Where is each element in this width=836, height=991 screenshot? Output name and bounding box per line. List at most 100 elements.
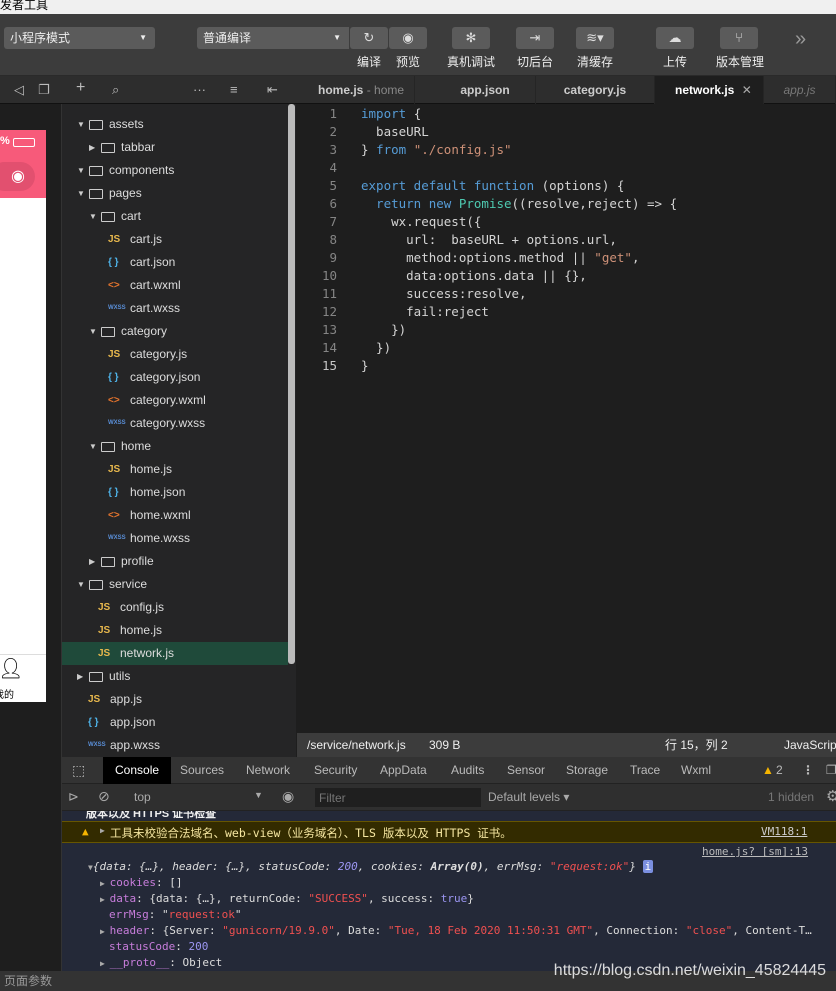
code-line[interactable]: } from "./config.js" (361, 142, 512, 157)
tab-network-js[interactable]: network.js ✕ (655, 76, 764, 104)
tab-home-js[interactable]: home.js - home (308, 76, 416, 104)
warning-source-link[interactable]: VM118:1 (761, 825, 807, 838)
search-icon[interactable]: ⌕ (112, 82, 119, 98)
code-line[interactable]: return new Promise((resolve,reject) => { (361, 196, 677, 211)
phone-screen[interactable] (0, 130, 46, 702)
code-line[interactable]: success:resolve, (361, 286, 526, 301)
inspect-icon[interactable]: ⬚ (72, 757, 85, 784)
expand-arrow-icon[interactable]: ▶ (100, 826, 105, 835)
devtools-tab-security[interactable]: Security (314, 757, 357, 784)
devtools-tab-storage[interactable]: Storage (566, 757, 608, 784)
log-source-link[interactable]: home.js? [sm]:13 (702, 845, 808, 858)
tree-item[interactable]: JS network.js (62, 642, 288, 665)
chevron-right-icon[interactable]: ▶ (77, 665, 83, 688)
speaker-icon[interactable]: ◁ (14, 82, 24, 98)
log-prop-header[interactable]: ▶ header: {Server: "gunicorn/19.9.0", Da… (100, 924, 812, 937)
dock-icon[interactable]: ❐ (826, 757, 836, 784)
tab-app-js[interactable]: app.js (764, 76, 836, 104)
settings-gear-icon[interactable]: ⚙ (826, 787, 836, 805)
kebab-menu-icon[interactable]: ⋮ (802, 757, 814, 784)
clear-cache-button[interactable]: ≋▾ (576, 27, 614, 49)
console-warning[interactable]: ▲ ▶ 工具未校验合法域名、web-view（业务域名）、TLS 版本以及 HT… (62, 821, 836, 843)
tree-item[interactable]: ▼ pages (62, 182, 288, 205)
more-icon[interactable]: ··· (193, 82, 206, 97)
devtools-tab-appdata[interactable]: AppData (380, 757, 427, 784)
tree-item[interactable]: ▼ home (62, 435, 288, 458)
devtools-tab-network[interactable]: Network (246, 757, 290, 784)
chevron-down-icon[interactable]: ▼ (89, 435, 97, 458)
log-prop-data[interactable]: ▶ data: {data: {…}, returnCode: "SUCCESS… (100, 892, 474, 905)
window-icon[interactable]: ❐ (38, 82, 50, 98)
tree-item[interactable]: <> home.wxml (62, 504, 288, 527)
warning-icon[interactable]: ▲ (762, 757, 774, 784)
filter-input[interactable] (315, 788, 481, 807)
tree-item[interactable]: { } home.json (62, 481, 288, 504)
page-params-label[interactable]: 页面参数 (4, 974, 52, 988)
log-prop-proto[interactable]: ▶ __proto__: Object (100, 956, 222, 969)
tree-item[interactable]: ▼ assets (62, 113, 288, 136)
tree-item[interactable]: JS home.js (62, 458, 288, 481)
capsule-close-icon[interactable]: ◉ (0, 162, 35, 191)
tab-mine-label[interactable]: 我的 (0, 686, 14, 701)
tree-item[interactable]: JS app.js (62, 688, 288, 711)
devtools-tab-audits[interactable]: Audits (451, 757, 484, 784)
preview-button[interactable]: ◉ (389, 27, 427, 49)
devtools-tab-wxml[interactable]: Wxml (681, 757, 711, 784)
tree-item[interactable]: ▶ profile (62, 550, 288, 573)
tree-item[interactable]: JS category.js (62, 343, 288, 366)
tree-scrollbar[interactable] (288, 104, 295, 664)
devtools-tab-trace[interactable]: Trace (630, 757, 660, 784)
devtools-tab-console[interactable]: Console (103, 757, 172, 784)
context-select[interactable]: top (134, 790, 151, 804)
hide-tree-icon[interactable]: ⇤ (267, 82, 278, 98)
tree-item[interactable]: <> category.wxml (62, 389, 288, 412)
background-button[interactable]: ⇥ (516, 27, 554, 49)
chevron-down-icon[interactable]: ▼ (89, 320, 97, 343)
code-line[interactable]: } (361, 358, 369, 373)
tree-item[interactable]: WXSS category.wxss (62, 412, 288, 435)
chevron-down-icon[interactable]: ▼ (77, 159, 85, 182)
tree-item[interactable]: ▼ service (62, 573, 288, 596)
code-line[interactable]: export default function (options) { (361, 178, 624, 193)
tree-item[interactable]: JS home.js (62, 619, 288, 642)
clear-console-icon[interactable]: ⊘ (98, 788, 110, 805)
tree-item[interactable]: WXSS app.wxss (62, 734, 288, 757)
devtools-tab-sensor[interactable]: Sensor (507, 757, 545, 784)
code-line[interactable]: }) (361, 322, 406, 337)
code-line[interactable]: wx.request({ (361, 214, 481, 229)
tree-item[interactable]: ▼ components (62, 159, 288, 182)
chevron-right-icon[interactable]: ▶ (89, 550, 95, 573)
tree-item[interactable]: ▼ category (62, 320, 288, 343)
code-line[interactable]: method:options.method || "get", (361, 250, 639, 265)
compile-button[interactable]: ↻ (350, 27, 388, 49)
chevron-down-icon[interactable]: ▼ (77, 182, 85, 205)
tree-item[interactable]: WXSS home.wxss (62, 527, 288, 550)
user-icon[interactable]: 👤︎ (0, 656, 23, 681)
language-mode[interactable]: JavaScript (784, 733, 836, 757)
code-line[interactable]: data:options.data || {}, (361, 268, 587, 283)
code-line[interactable]: }) (361, 340, 391, 355)
tree-item[interactable]: JS cart.js (62, 228, 288, 251)
code-line[interactable]: baseURL (361, 124, 429, 139)
log-prop-cookies[interactable]: ▶ cookies: [] (100, 876, 183, 889)
cursor-position[interactable]: 行 15，列 2 (665, 733, 728, 757)
remote-debug-button[interactable]: ✻ (452, 27, 490, 49)
devtools-tab-sources[interactable]: Sources (180, 757, 224, 784)
tree-item[interactable]: JS config.js (62, 596, 288, 619)
close-icon[interactable]: ✕ (742, 83, 752, 97)
chevron-down-icon[interactable]: ▼ (77, 113, 85, 136)
tree-item[interactable]: <> cart.wxml (62, 274, 288, 297)
sidebar-toggle-icon[interactable]: ⊳ (68, 789, 79, 805)
tab-app-json[interactable]: app.json (435, 76, 536, 104)
compile-select[interactable]: 普通编译 ▼ (197, 27, 349, 49)
code-line[interactable]: import { (361, 106, 421, 121)
code-line[interactable]: fail:reject (361, 304, 489, 319)
code-line[interactable]: url: baseURL + options.url, (361, 232, 617, 247)
chevron-down-icon[interactable]: ▼ (89, 205, 97, 228)
mode-select[interactable]: 小程序模式 ▼ (4, 27, 155, 49)
tree-item[interactable]: { } cart.json (62, 251, 288, 274)
tree-item[interactable]: { } category.json (62, 366, 288, 389)
collapse-icon[interactable]: ≡ (230, 82, 238, 97)
tree-item[interactable]: WXSS cart.wxss (62, 297, 288, 320)
more-chevron-icon[interactable]: » (795, 28, 806, 51)
